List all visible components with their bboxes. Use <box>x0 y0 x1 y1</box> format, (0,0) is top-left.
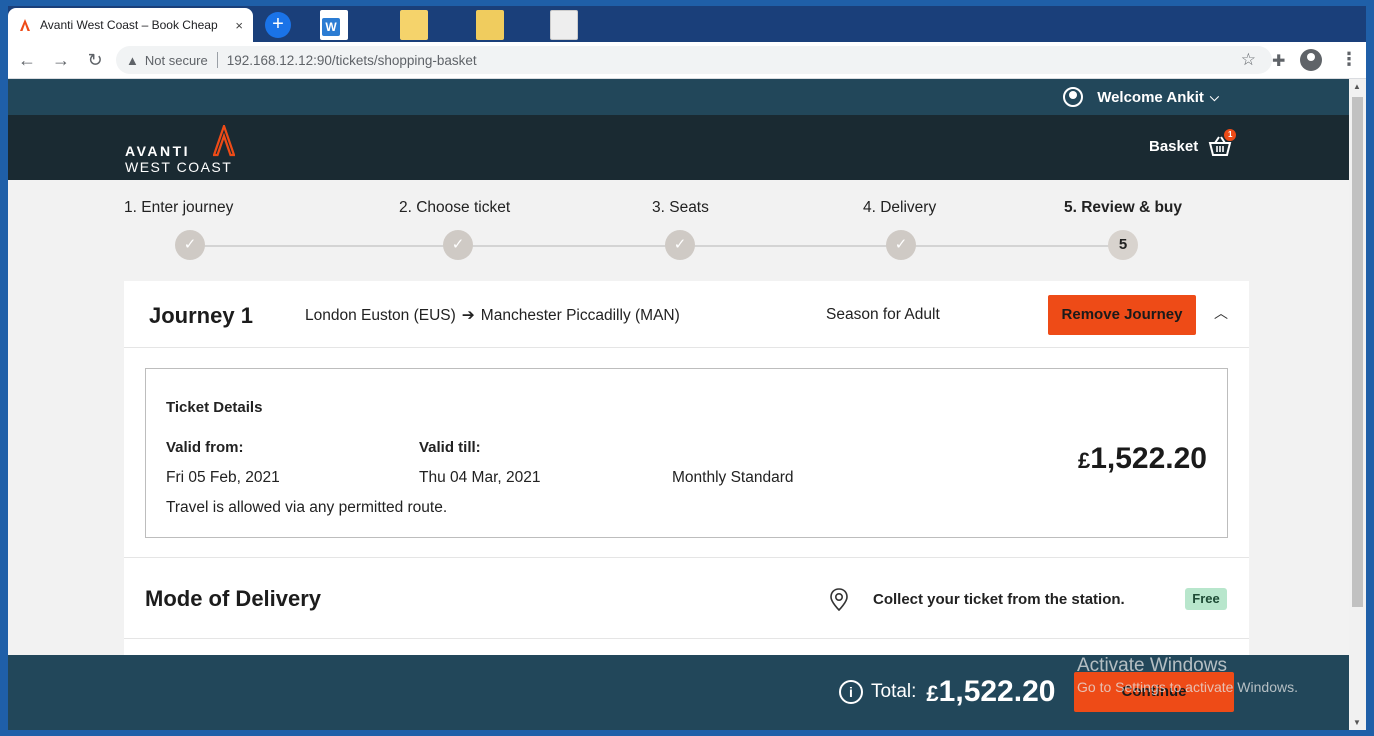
brand-header: AVANTI WEST COAST Basket 1 <box>8 115 1349 180</box>
destination-station: Manchester Piccadilly (MAN) <box>480 307 680 324</box>
folder-taskbar-icon[interactable] <box>400 10 428 40</box>
step-complete-check-icon: ✓ <box>443 230 473 260</box>
extensions-puzzle-icon[interactable]: ✚ <box>1272 51 1285 71</box>
spreadsheet-taskbar-icon[interactable] <box>476 10 504 40</box>
logo-text-bottom: WEST COAST <box>125 159 233 175</box>
checkout-footer: i Total: £1,522.20 Continue <box>8 655 1349 730</box>
avanti-favicon-icon <box>20 19 30 31</box>
valid-from-label: Valid from: <box>166 439 244 456</box>
document-taskbar-icon[interactable] <box>550 10 578 40</box>
journey-header: Journey 1 London Euston (EUS) ➔ Manchester… <box>124 281 1249 348</box>
step-label-delivery: 4. Delivery <box>863 199 937 216</box>
chevron-down-icon[interactable]: ⌵ <box>1210 90 1219 105</box>
progress-line <box>190 245 1123 247</box>
new-tab-button[interactable]: + <box>265 12 291 38</box>
user-icon[interactable] <box>1063 87 1084 107</box>
info-icon[interactable]: i <box>839 680 863 704</box>
step-complete-check-icon: ✓ <box>175 230 205 260</box>
security-label[interactable]: Not secure <box>145 53 208 68</box>
page-scrollbar[interactable]: ▲ ▼ <box>1349 79 1366 730</box>
total-summary: i Total: £1,522.20 <box>839 675 1055 709</box>
tab-close-icon[interactable]: × <box>235 18 243 33</box>
total-amount: £1,522.20 <box>926 675 1055 709</box>
account-bar: Welcome Ankit ⌵ <box>8 79 1349 115</box>
bookmark-star-icon[interactable]: ☆ <box>1241 50 1256 70</box>
ticket-details-heading: Ticket Details <box>166 399 263 416</box>
browser-menu-icon[interactable]: ⋮ <box>1340 49 1358 70</box>
step-label-choose-ticket: 2. Choose ticket <box>399 199 511 216</box>
scroll-up-icon[interactable]: ▲ <box>1353 82 1361 91</box>
route-note: Travel is allowed via any permitted rout… <box>166 499 448 516</box>
back-button[interactable]: ← <box>12 45 42 75</box>
ticket-type: Season for Adult <box>826 306 940 323</box>
scrollbar-thumb[interactable] <box>1352 97 1363 607</box>
total-currency: £ <box>926 681 939 706</box>
browser-toolbar: ← → ↻ ▲ Not secure 192.168.12.12:90/tick… <box>8 42 1366 79</box>
remove-journey-button[interactable]: Remove Journey <box>1048 295 1196 335</box>
right-arrow-icon: ➔ <box>461 307 475 324</box>
ticket-price-value: 1,522.20 <box>1090 442 1207 475</box>
valid-from-date: Fri 05 Feb, 2021 <box>166 469 280 486</box>
delivery-title: Mode of Delivery <box>145 586 322 611</box>
step-label-review-buy: 5. Review & buy <box>1064 199 1183 216</box>
delivery-method: Collect your ticket from the station. <box>873 591 1125 608</box>
url-text[interactable]: 192.168.12.12:90/tickets/shopping-basket <box>227 53 477 68</box>
continue-button[interactable]: Continue <box>1074 672 1234 712</box>
total-value: 1,522.20 <box>938 675 1056 708</box>
avanti-logo[interactable]: AVANTI WEST COAST <box>125 125 235 175</box>
address-bar[interactable]: ▲ Not secure 192.168.12.12:90/tickets/sh… <box>116 46 1272 74</box>
delivery-section: Mode of Delivery Collect your ticket fro… <box>124 557 1249 639</box>
origin-station: London Euston (EUS) <box>305 307 456 324</box>
scroll-down-icon[interactable]: ▼ <box>1353 718 1361 727</box>
basket-link[interactable]: Basket 1 <box>1149 129 1237 157</box>
warning-icon[interactable]: ▲ <box>126 53 139 68</box>
valid-till-label: Valid till: <box>419 439 481 456</box>
word-taskbar-icon[interactable] <box>320 10 348 40</box>
ticket-price: £1,522.20 <box>1078 442 1207 476</box>
basket-count-badge: 1 <box>1224 129 1237 141</box>
basket-icon: 1 <box>1208 129 1237 157</box>
valid-till-date: Thu 04 Mar, 2021 <box>419 469 541 486</box>
avanti-logo-mark-icon <box>213 125 235 157</box>
profile-avatar-icon[interactable] <box>1300 49 1322 71</box>
ticket-class: Monthly Standard <box>672 469 794 486</box>
browser-tab[interactable]: Avanti West Coast – Book Cheap × <box>8 8 253 42</box>
delivery-cost-badge: Free <box>1185 588 1227 610</box>
location-pin-icon <box>830 588 848 612</box>
reload-button[interactable]: ↻ <box>80 45 110 75</box>
chevron-up-icon[interactable]: ︿ <box>1214 303 1228 323</box>
step-label-enter-journey: 1. Enter journey <box>124 199 234 216</box>
checkout-progress: 1. Enter journey 2. Choose ticket 3. Sea… <box>8 180 1349 280</box>
welcome-menu[interactable]: Welcome Ankit <box>1097 89 1204 106</box>
omnibox-divider <box>216 52 218 68</box>
ticket-price-currency: £ <box>1077 448 1091 473</box>
journey-title: Journey 1 <box>149 303 253 328</box>
step-current-number: 5 <box>1108 230 1138 260</box>
page-viewport: Welcome Ankit ⌵ AVANTI WEST COAST Basket… <box>8 79 1349 730</box>
step-complete-check-icon: ✓ <box>886 230 916 260</box>
tab-title: Avanti West Coast – Book Cheap <box>40 18 218 32</box>
total-label: Total: <box>871 681 917 702</box>
step-complete-check-icon: ✓ <box>665 230 695 260</box>
journey-route: London Euston (EUS) ➔ Manchester Piccadill… <box>305 306 680 325</box>
step-label-seats: 3. Seats <box>652 199 709 216</box>
forward-button[interactable]: → <box>46 45 76 75</box>
basket-label: Basket <box>1149 137 1199 155</box>
ticket-details-box: Ticket Details Valid from: Valid till: F… <box>145 368 1228 538</box>
